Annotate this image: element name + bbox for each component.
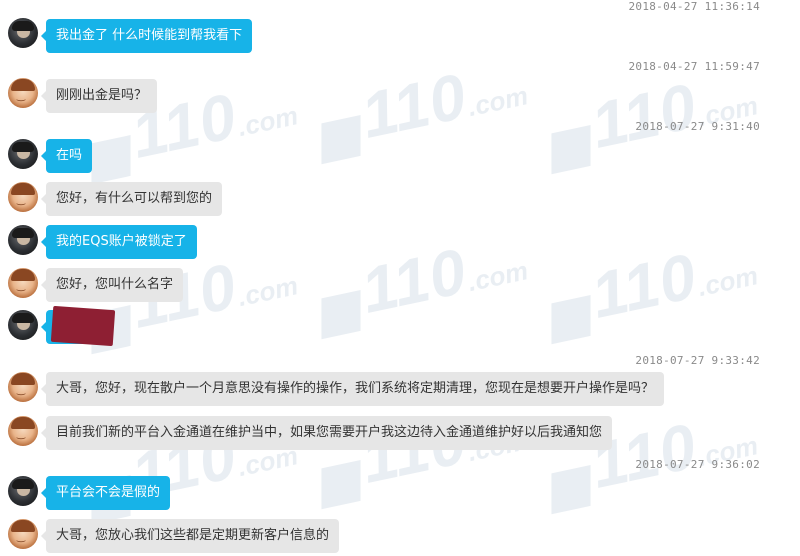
message-bubble[interactable]: 平台会不会是假的 [40,476,171,510]
message-bubble[interactable]: 我出金了 什么时候能到帮我看下 [40,19,253,53]
agent-avatar [8,519,38,549]
agent-avatar [8,78,38,108]
timestamp: 2018-07-27 9:33:42 [635,354,760,367]
message-bubble[interactable]: 您好，您叫什么名字 [40,268,184,302]
user-avatar [8,225,38,255]
timestamp: 2018-04-27 11:36:14 [628,0,760,13]
user-avatar [8,18,38,48]
chat-log[interactable]: 2018-04-27 11:36:14 我出金了 什么时候能到帮我看下 2018… [0,0,800,556]
message-bubble[interactable]: 刚刚出金是吗？ [40,79,158,113]
agent-avatar [8,416,38,446]
message-bubble[interactable]: 大哥，您放心我们这些都是定期更新客户信息的 [40,519,340,553]
timestamp: 2018-07-27 9:36:02 [635,458,760,471]
agent-avatar [8,268,38,298]
redaction-mark [50,305,116,347]
agent-avatar [8,182,38,212]
message-bubble[interactable]: 大哥，您好，现在散户一个月意思没有操作的操作，我们系统将定期清理，您现在是想要开… [40,372,665,406]
timestamp: 2018-04-27 11:59:47 [628,60,760,73]
user-avatar [8,310,38,340]
agent-avatar [8,372,38,402]
message-bubble[interactable]: 我的EQS账户被锁定了 [41,225,197,259]
message-bubble[interactable]: 您好，有什么可以帮到您的 [40,182,223,216]
user-avatar [8,476,38,506]
timestamp: 2018-07-27 9:31:40 [635,120,760,133]
message-bubble[interactable]: 在吗 [40,139,93,173]
user-avatar [8,139,38,169]
message-bubble[interactable]: 目前我们新的平台入金通道在维护当中，如果您需要开户我这边待入金通道维护好以后我通… [40,416,613,450]
